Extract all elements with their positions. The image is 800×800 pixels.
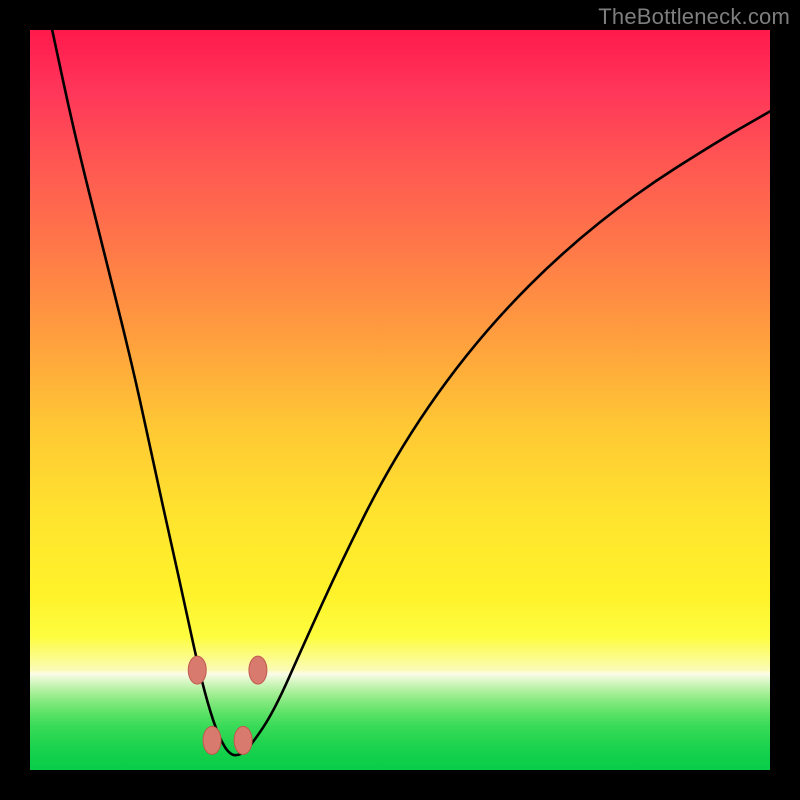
watermark-text: TheBottleneck.com: [598, 4, 790, 30]
bottleneck-curve: [52, 30, 770, 755]
marker-right-upper: [249, 656, 267, 684]
marker-left-upper: [188, 656, 206, 684]
plot-area: [30, 30, 770, 770]
marker-right-lower: [234, 726, 252, 754]
chart-frame: TheBottleneck.com: [0, 0, 800, 800]
marker-left-lower: [203, 726, 221, 754]
chart-svg: [30, 30, 770, 770]
